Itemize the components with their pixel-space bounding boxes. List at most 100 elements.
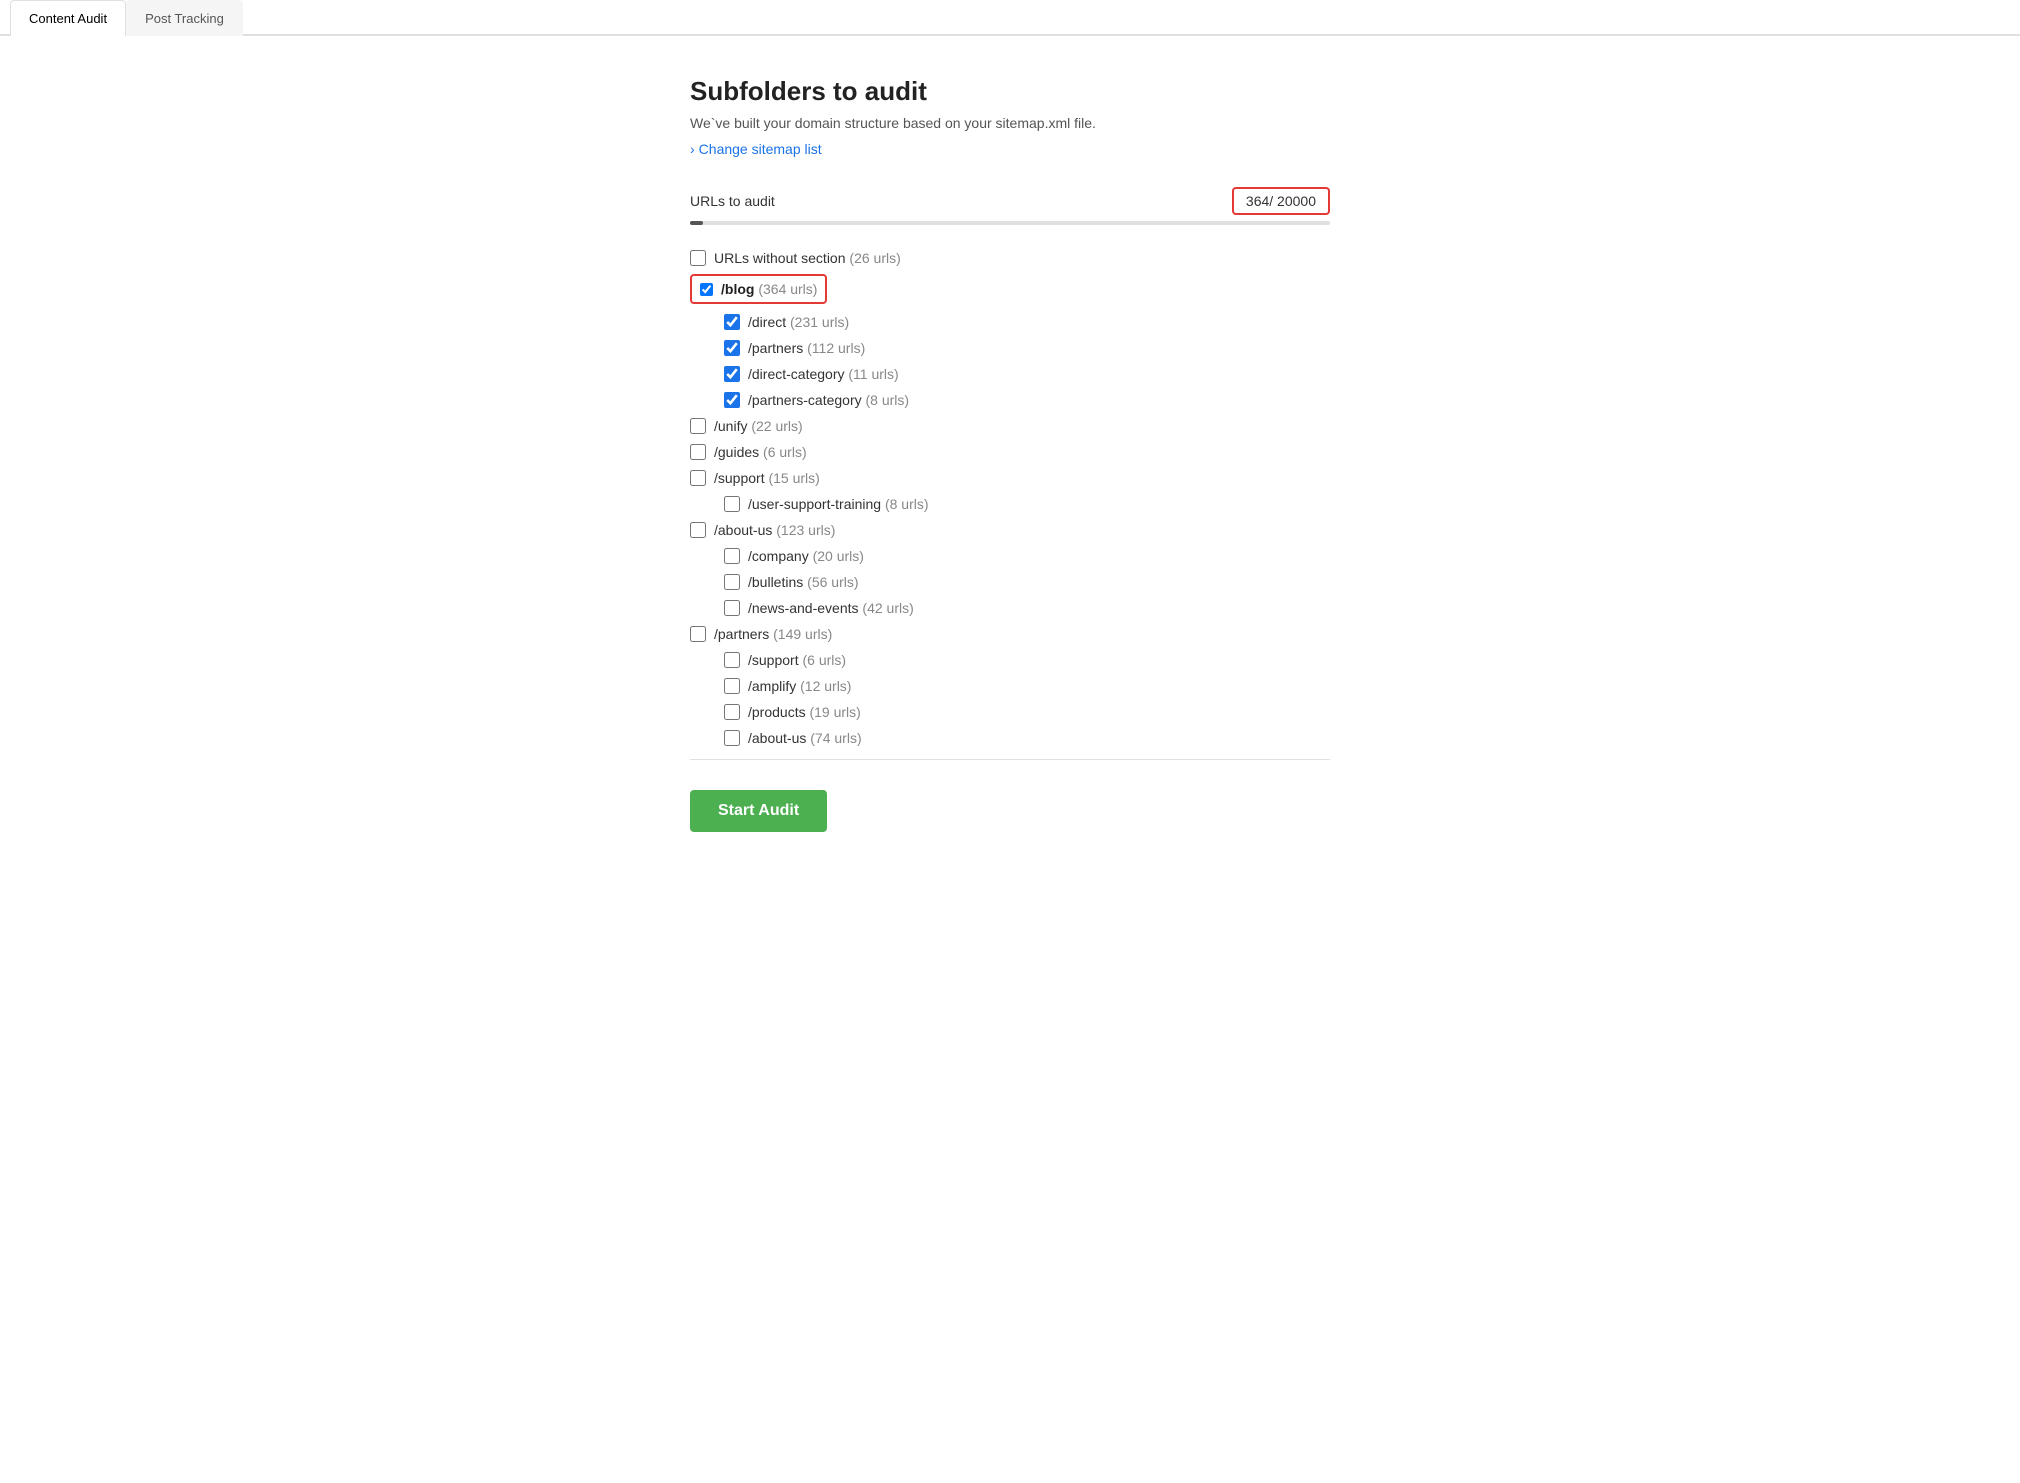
list-item-news-and-events: /news-and-events (42 urls): [690, 595, 1330, 621]
tabs-bar: Content Audit Post Tracking: [0, 0, 2020, 36]
start-audit-button[interactable]: Start Audit: [690, 790, 827, 832]
checkbox-direct-category[interactable]: [724, 366, 740, 382]
checkbox-news-and-events[interactable]: [724, 600, 740, 616]
item-label-unify[interactable]: /unify (22 urls): [714, 418, 803, 434]
checkbox-partners-sub[interactable]: [724, 340, 740, 356]
urls-audit-label: URLs to audit: [690, 193, 775, 209]
item-count-support: (15 urls): [768, 470, 819, 486]
item-name-user-support-training: /user-support-training: [748, 496, 885, 512]
item-label-direct[interactable]: /direct (231 urls): [748, 314, 849, 330]
tab-post-tracking[interactable]: Post Tracking: [126, 0, 243, 36]
checkbox-partners-about-us[interactable]: [724, 730, 740, 746]
item-label-support[interactable]: /support (15 urls): [714, 470, 820, 486]
tab-content-audit[interactable]: Content Audit: [10, 0, 126, 36]
subtitle: We`ve built your domain structure based …: [690, 115, 1330, 131]
progress-bar-fill: [690, 221, 703, 225]
item-count-user-support-training: (8 urls): [885, 496, 929, 512]
urls-audit-section: URLs to audit 364/ 20000: [690, 187, 1330, 225]
item-count-about-us: (123 urls): [776, 522, 835, 538]
checkbox-partners-main[interactable]: [690, 626, 706, 642]
item-label-partners-main[interactable]: /partners (149 urls): [714, 626, 832, 642]
checkbox-products[interactable]: [724, 704, 740, 720]
item-count-bulletins: (56 urls): [807, 574, 858, 590]
item-label-amplify[interactable]: /amplify (12 urls): [748, 678, 851, 694]
item-name-about-us: /about-us: [714, 522, 776, 538]
checkbox-unify[interactable]: [690, 418, 706, 434]
item-count-direct: (231 urls): [790, 314, 849, 330]
item-label-about-us[interactable]: /about-us (123 urls): [714, 522, 835, 538]
item-name-blog: /blog: [721, 281, 758, 297]
change-sitemap-link[interactable]: › Change sitemap list: [690, 141, 822, 157]
list-item-partners-category: /partners-category (8 urls): [690, 387, 1330, 413]
item-name-news-and-events: /news-and-events: [748, 600, 862, 616]
list-item-partners-support: /support (6 urls): [690, 647, 1330, 673]
checkbox-list: URLs without section (26 urls) /blog (36…: [690, 245, 1330, 751]
item-name-company: /company: [748, 548, 813, 564]
list-item-about-us: /about-us (123 urls): [690, 517, 1330, 543]
item-label-direct-category[interactable]: /direct-category (11 urls): [748, 366, 899, 382]
item-count-products: (19 urls): [809, 704, 860, 720]
list-item-products: /products (19 urls): [690, 699, 1330, 725]
list-item-unify: /unify (22 urls): [690, 413, 1330, 439]
checkbox-user-support-training[interactable]: [724, 496, 740, 512]
item-count-guides: (6 urls): [763, 444, 807, 460]
item-name-direct: /direct: [748, 314, 790, 330]
item-label-user-support-training[interactable]: /user-support-training (8 urls): [748, 496, 929, 512]
checkbox-company[interactable]: [724, 548, 740, 564]
item-name-unify: /unify: [714, 418, 751, 434]
checkbox-blog[interactable]: [700, 283, 713, 296]
item-name-partners-main: /partners: [714, 626, 773, 642]
item-name-partners-about-us: /about-us: [748, 730, 810, 746]
progress-bar-track: [690, 221, 1330, 225]
item-name-guides: /guides: [714, 444, 763, 460]
item-name: URLs without section: [714, 250, 849, 266]
item-label-partners-support[interactable]: /support (6 urls): [748, 652, 846, 668]
item-name-partners-category: /partners-category: [748, 392, 866, 408]
urls-audit-count: 364/ 20000: [1232, 187, 1330, 215]
item-label-products[interactable]: /products (19 urls): [748, 704, 861, 720]
item-count: (26 urls): [849, 250, 900, 266]
item-count-partners-about-us: (74 urls): [810, 730, 861, 746]
list-item-partners-sub: /partners (112 urls): [690, 335, 1330, 361]
list-item-direct: /direct (231 urls): [690, 309, 1330, 335]
item-name-partners-sub: /partners: [748, 340, 807, 356]
item-name-products: /products: [748, 704, 809, 720]
list-item-support: /support (15 urls): [690, 465, 1330, 491]
item-label-company[interactable]: /company (20 urls): [748, 548, 864, 564]
checkbox-bulletins[interactable]: [724, 574, 740, 590]
item-label-guides[interactable]: /guides (6 urls): [714, 444, 807, 460]
item-count-partners-sub: (112 urls): [807, 340, 865, 356]
item-label-blog[interactable]: /blog (364 urls): [721, 281, 817, 297]
list-item-user-support-training: /user-support-training (8 urls): [690, 491, 1330, 517]
list-item-blog-wrapper: /blog (364 urls): [690, 271, 1330, 309]
item-label[interactable]: URLs without section (26 urls): [714, 250, 901, 266]
list-item-guides: /guides (6 urls): [690, 439, 1330, 465]
item-count-blog: (364 urls): [758, 281, 817, 297]
chevron-right-icon: ›: [690, 141, 695, 157]
checkbox-partners-category[interactable]: [724, 392, 740, 408]
item-count-company: (20 urls): [813, 548, 864, 564]
list-item-bulletins: /bulletins (56 urls): [690, 569, 1330, 595]
item-count-direct-category: (11 urls): [848, 366, 898, 382]
bottom-divider: [690, 759, 1330, 760]
checkbox-about-us[interactable]: [690, 522, 706, 538]
item-label-bulletins[interactable]: /bulletins (56 urls): [748, 574, 859, 590]
list-item-partners-about-us: /about-us (74 urls): [690, 725, 1330, 751]
item-count-partners-main: (149 urls): [773, 626, 832, 642]
urls-audit-header: URLs to audit 364/ 20000: [690, 187, 1330, 215]
checkbox-guides[interactable]: [690, 444, 706, 460]
checkbox-urls-without-section[interactable]: [690, 250, 706, 266]
checkbox-direct[interactable]: [724, 314, 740, 330]
item-label-news-and-events[interactable]: /news-and-events (42 urls): [748, 600, 914, 616]
checkbox-amplify[interactable]: [724, 678, 740, 694]
checkbox-support[interactable]: [690, 470, 706, 486]
checkbox-partners-support[interactable]: [724, 652, 740, 668]
item-count-amplify: (12 urls): [800, 678, 851, 694]
blog-row: /blog (364 urls): [690, 274, 827, 304]
list-item: URLs without section (26 urls): [690, 245, 1330, 271]
item-count-partners-category: (8 urls): [866, 392, 910, 408]
page-title: Subfolders to audit: [690, 76, 1330, 107]
item-label-partners-category[interactable]: /partners-category (8 urls): [748, 392, 909, 408]
item-label-partners-sub[interactable]: /partners (112 urls): [748, 340, 865, 356]
item-label-partners-about-us[interactable]: /about-us (74 urls): [748, 730, 862, 746]
